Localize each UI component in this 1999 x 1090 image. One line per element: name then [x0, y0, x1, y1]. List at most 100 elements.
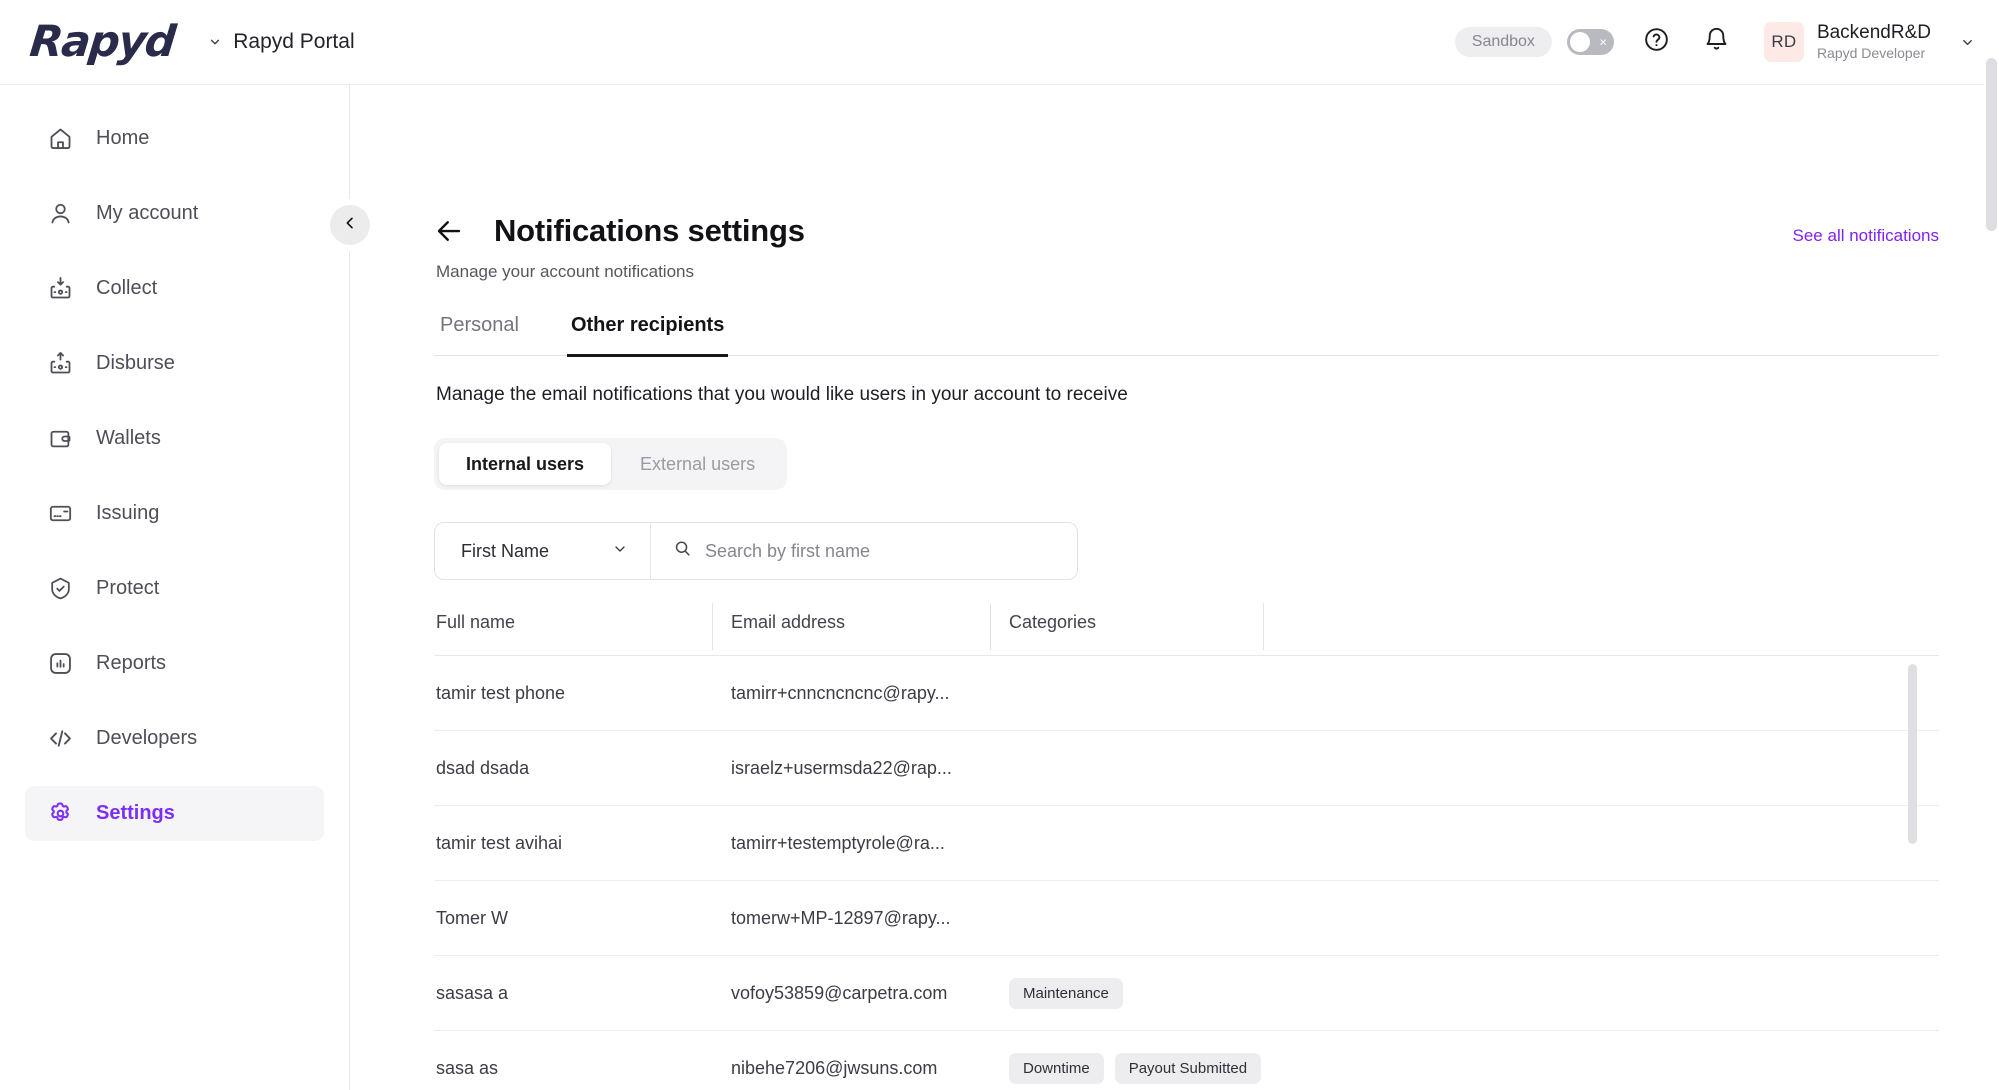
sandbox-mode-toggle[interactable]: ×: [1567, 29, 1614, 55]
cell-full-name: sasasa a: [434, 983, 712, 1004]
segment-external-users[interactable]: External users: [613, 443, 782, 485]
chevron-left-icon: [342, 215, 358, 236]
gear-icon: [47, 800, 74, 827]
search-input[interactable]: [705, 541, 1057, 562]
table-scrollbar-thumb[interactable]: [1908, 664, 1917, 844]
table-row[interactable]: tamir test avihai tamirr+testemptyrole@r…: [434, 806, 1939, 881]
column-header-actions: [1263, 612, 1939, 633]
sidebar-item-settings[interactable]: Settings: [25, 786, 324, 841]
portal-selector[interactable]: Rapyd Portal: [208, 30, 354, 54]
cell-categories: Downtime Payout Submitted: [990, 1053, 1263, 1084]
category-chip: Downtime: [1009, 1053, 1104, 1084]
sidebar-item-home[interactable]: Home: [25, 111, 324, 166]
sidebar-item-my-account[interactable]: My account: [25, 186, 324, 241]
chevron-down-icon: [612, 541, 628, 562]
disburse-icon: [47, 350, 74, 377]
cell-full-name: dsad dsada: [434, 758, 712, 779]
cell-categories: Maintenance: [990, 978, 1263, 1009]
recipients-table: Full name Email address Categories tamir…: [434, 612, 1939, 1090]
sidebar-item-label: Developers: [96, 727, 197, 750]
page-scrollbar-track[interactable]: [1984, 0, 1999, 1090]
user-info: BackendR&D Rapyd Developer: [1817, 22, 1931, 62]
sandbox-badge: Sandbox: [1455, 27, 1552, 57]
user-name: BackendR&D: [1817, 22, 1931, 44]
search-wrapper: [651, 523, 1077, 579]
wallet-icon: [47, 425, 74, 452]
user-menu[interactable]: RD BackendR&D Rapyd Developer: [1764, 22, 1975, 62]
page-subtitle: Manage your account notifications: [436, 262, 1793, 282]
cell-email: tamirr+testemptyrole@ra...: [712, 833, 990, 854]
sidebar-item-label: Collect: [96, 277, 157, 300]
sidebar-item-developers[interactable]: Developers: [25, 711, 324, 766]
table-row[interactable]: Tomer W tomerw+MP-12897@rapy...: [434, 881, 1939, 956]
table-row[interactable]: dsad dsada israelz+usermsda22@rap...: [434, 731, 1939, 806]
sidebar-item-label: Settings: [96, 802, 175, 825]
sidebar-item-disburse[interactable]: Disburse: [25, 336, 324, 391]
table-header-row: Full name Email address Categories: [434, 612, 1939, 656]
search-icon: [673, 539, 692, 563]
sidebar-item-label: My account: [96, 202, 198, 225]
app-root: Rapyd Rapyd Portal Sandbox ×: [0, 0, 1999, 1090]
sidebar-item-wallets[interactable]: Wallets: [25, 411, 324, 466]
filter-field-value: First Name: [461, 541, 549, 562]
avatar: RD: [1764, 22, 1804, 62]
toggle-off-icon: ×: [1599, 36, 1607, 49]
cell-email: tomerw+MP-12897@rapy...: [712, 908, 990, 929]
cell-full-name: Tomer W: [434, 908, 712, 929]
body-row: Home My account: [0, 85, 1999, 1090]
shield-check-icon: [47, 575, 74, 602]
cell-email: tamirr+cnncncncnc@rapy...: [712, 683, 990, 704]
sidebar-item-label: Disburse: [96, 352, 175, 375]
cell-email: nibehe7206@jwsuns.com: [712, 1058, 990, 1079]
page-scrollbar-thumb[interactable]: [1986, 58, 1997, 231]
table-body: tamir test phone tamirr+cnncncncnc@rapy.…: [434, 656, 1939, 1090]
filter-bar: First Name: [434, 522, 1078, 580]
filter-field-select[interactable]: First Name: [435, 523, 651, 579]
segment-internal-users[interactable]: Internal users: [439, 443, 611, 485]
cell-full-name: tamir test avihai: [434, 833, 712, 854]
question-circle-icon: [1643, 26, 1670, 58]
home-icon: [47, 125, 74, 152]
sidebar-item-label: Home: [96, 127, 149, 150]
cell-full-name: tamir test phone: [434, 683, 712, 704]
sidebar: Home My account: [0, 85, 350, 1090]
tab-bar: Personal Other recipients: [434, 314, 1939, 356]
chevron-down-icon: [1960, 35, 1975, 50]
sidebar-item-protect[interactable]: Protect: [25, 561, 324, 616]
sidebar-item-issuing[interactable]: Issuing: [25, 486, 324, 541]
category-chip: Payout Submitted: [1115, 1053, 1261, 1084]
sidebar-collapse-button[interactable]: [330, 205, 370, 245]
table-row[interactable]: tamir test phone tamirr+cnncncncnc@rapy.…: [434, 656, 1939, 731]
help-button[interactable]: [1640, 25, 1674, 59]
page-title: Notifications settings: [494, 213, 805, 249]
see-all-notifications-link[interactable]: See all notifications: [1793, 226, 1939, 246]
table-row[interactable]: sasasa a vofoy53859@carpetra.com Mainten…: [434, 956, 1939, 1031]
sidebar-item-label: Protect: [96, 577, 159, 600]
back-button[interactable]: [434, 216, 464, 246]
rapyd-logo: Rapyd: [28, 21, 177, 64]
toggle-knob: [1570, 32, 1590, 52]
chart-icon: [47, 650, 74, 677]
user-role: Rapyd Developer: [1817, 45, 1931, 62]
column-header-full-name: Full name: [434, 612, 712, 633]
cell-email: vofoy53859@carpetra.com: [712, 983, 990, 1004]
sidebar-item-label: Wallets: [96, 427, 161, 450]
page-header: Notifications settings Manage your accou…: [434, 213, 1939, 282]
column-header-categories: Categories: [990, 612, 1263, 633]
card-icon: [47, 500, 74, 527]
sidebar-item-label: Reports: [96, 652, 166, 675]
cell-full-name: sasa as: [434, 1058, 712, 1079]
tab-personal[interactable]: Personal: [436, 314, 523, 357]
section-description: Manage the email notifications that you …: [434, 384, 1939, 406]
arrow-left-icon: [434, 216, 464, 246]
user-type-segmented-control: Internal users External users: [434, 438, 787, 490]
column-header-email-address: Email address: [712, 612, 990, 633]
title-line: Notifications settings: [434, 213, 1793, 249]
sidebar-item-collect[interactable]: Collect: [25, 261, 324, 316]
tab-other-recipients[interactable]: Other recipients: [567, 314, 728, 357]
sidebar-item-reports[interactable]: Reports: [25, 636, 324, 691]
notifications-button[interactable]: [1700, 25, 1734, 59]
bell-icon: [1703, 26, 1730, 58]
chevron-down-icon: [208, 35, 222, 49]
table-row[interactable]: sasa as nibehe7206@jwsuns.com Downtime P…: [434, 1031, 1939, 1090]
